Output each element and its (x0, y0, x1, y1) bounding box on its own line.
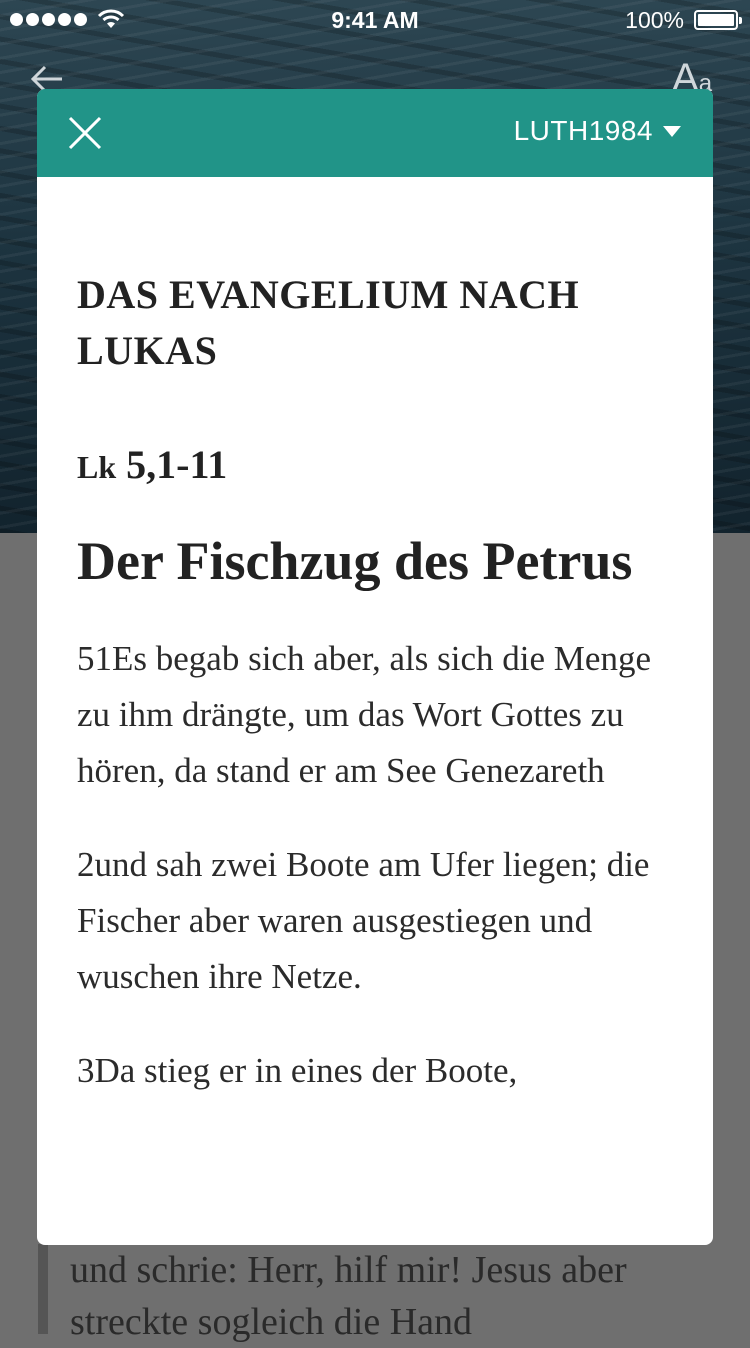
caret-down-icon (663, 125, 681, 137)
close-icon[interactable] (67, 115, 103, 151)
background-quote-rule (38, 1244, 48, 1334)
passage-modal: LUTH1984 DAS EVANGELIUM NACH LUKAS Lk 5,… (37, 89, 713, 1245)
version-label: LUTH1984 (513, 115, 653, 146)
book-title: DAS EVANGELIUM NACH LUKAS (77, 272, 580, 373)
passage-reference: Lk 5,1-11 (77, 441, 673, 488)
passage-content: DAS EVANGELIUM NACH LUKAS Lk 5,1-11 Der … (37, 267, 713, 1099)
status-bar: 9:41 AM 100% (0, 0, 750, 40)
verse: 51Es begab sich aber, als sich die Menge… (77, 639, 651, 790)
verse: 2und sah zwei Boote am Ufer liegen; die … (77, 845, 650, 996)
reference-book: Lk (77, 449, 117, 485)
modal-header: LUTH1984 (37, 89, 713, 177)
version-selector[interactable]: LUTH1984 (514, 115, 681, 147)
reference-range: 5,1-11 (126, 442, 228, 487)
battery-percent: 100% (625, 7, 684, 33)
battery-icon (694, 10, 742, 30)
background-text: und schrie: Herr, hilf mir! Jesus aber s… (70, 1249, 627, 1343)
section-title: Der Fischzug des Petrus (77, 531, 633, 591)
verse: 3Da stieg er in eines der Boote, (77, 1051, 518, 1090)
